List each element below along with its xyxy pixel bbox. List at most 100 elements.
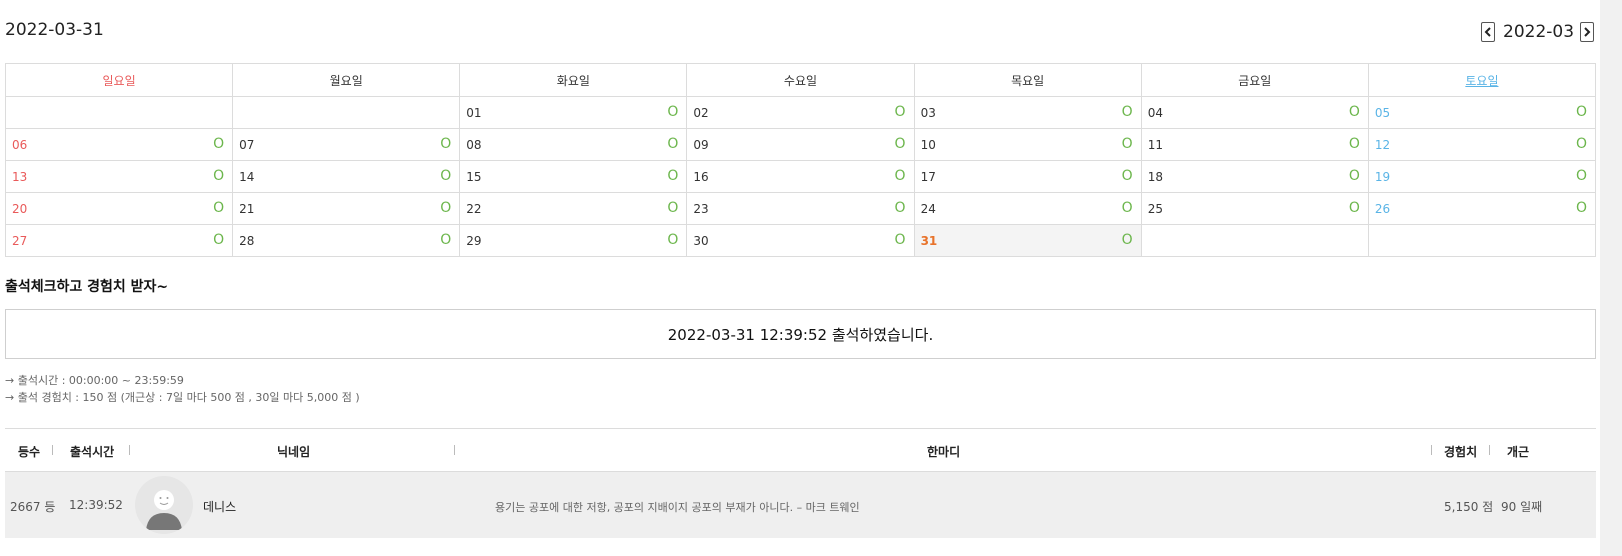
attendance-check-mark: O: [1348, 136, 1360, 152]
month-navigator: 2022-03: [1481, 20, 1595, 44]
calendar-day-number: 27: [12, 234, 28, 248]
calendar-empty-cell: [1367, 224, 1597, 257]
calendar-day-number: 06: [12, 138, 28, 152]
calendar-day-cell: 23 O: [686, 192, 915, 225]
chevron-right-icon: [1584, 27, 1591, 37]
avatar: [135, 476, 193, 534]
weekday-header-row: 일요일 월요일 화요일 수요일 목요일 금요일 토요일: [4, 63, 1597, 97]
attendance-check-mark: O: [1575, 200, 1587, 216]
calendar-day-number: 09: [693, 138, 709, 152]
attendance-check-mark: O: [440, 168, 452, 184]
calendar-day-number: 15: [466, 170, 482, 184]
calendar-day-cell: 09 O: [686, 128, 915, 161]
calendar-day-cell: 14 O: [232, 160, 461, 193]
attendance-panel: 2022-03-31 2022-03 일요일 월요일 화요일 수요일 목요일 금…: [0, 0, 1600, 556]
calendar-day-cell: 16 O: [686, 160, 915, 193]
attendance-check-mark: O: [894, 200, 906, 216]
header-time: 출석시간: [70, 445, 115, 459]
attendance-check-mark: O: [1348, 104, 1360, 120]
row-nickname[interactable]: 데니스: [203, 498, 236, 515]
calendar-day-cell: 20 O: [4, 192, 234, 225]
selected-date: 2022-03-31: [5, 20, 104, 40]
calendar-day-number: 29: [466, 234, 482, 248]
calendar-day-cell: 26 O: [1367, 192, 1597, 225]
calendar-day-number: 19: [1374, 170, 1391, 184]
attendance-check-mark: O: [440, 232, 452, 248]
info-attendance-exp: → 출석 경험치 : 150 점 (개근상 : 7일 마다 500 점 , 30…: [5, 391, 360, 404]
attendance-check-mark: O: [440, 200, 452, 216]
calendar-day-cell: 24 O: [913, 192, 1142, 225]
attendance-check-mark: O: [1575, 168, 1587, 184]
attendance-message-box: 2022-03-31 12:39:52 출석하였습니다.: [5, 309, 1596, 359]
attendance-check-mark: O: [894, 136, 906, 152]
calendar-day-cell: 12 O: [1367, 128, 1597, 161]
current-month: 2022-03: [1503, 22, 1575, 42]
attendance-check-mark: O: [213, 136, 225, 152]
attendance-check-mark: O: [667, 104, 679, 120]
attendance-check-mark: O: [894, 104, 906, 120]
calendar-day-number: 24: [920, 202, 936, 216]
calendar-day-number: 16: [693, 170, 709, 184]
attendance-check-mark: O: [1121, 104, 1133, 120]
calendar-day-number: 08: [466, 138, 482, 152]
calendar-day-cell: 30 O: [686, 224, 915, 257]
attendance-check-mark: O: [667, 136, 679, 152]
calendar-day-number: 03: [920, 106, 936, 120]
calendar-day-number: 25: [1147, 202, 1163, 216]
calendar-day-cell: 27 O: [4, 224, 234, 257]
attendance-check-mark: O: [1575, 136, 1587, 152]
calendar-day-cell: 22 O: [459, 192, 688, 225]
calendar-day-number: 20: [12, 202, 28, 216]
calendar-day-number: 14: [239, 170, 255, 184]
calendar-day-number: 28: [239, 234, 255, 248]
attendance-check-mark: O: [1348, 168, 1360, 184]
next-month-button[interactable]: [1580, 22, 1595, 42]
header-separator: [1431, 445, 1432, 455]
calendar-week-row: 20 O 21 O 22 O 23 O 24 O 25 O 26 O: [4, 192, 1597, 225]
calendar-week-row: 01 O 02 O 03 O 04 O 05 O: [4, 96, 1597, 129]
weekday-thursday: 목요일: [913, 63, 1142, 97]
calendar-day-cell: 10 O: [913, 128, 1142, 161]
row-streak: 90 일째: [1501, 500, 1543, 514]
calendar-day-cell: 29 O: [459, 224, 688, 257]
calendar-day-number: 11: [1147, 138, 1163, 152]
info-attendance-time: → 출석시간 : 00:00:00 ~ 23:59:59: [5, 374, 184, 387]
attendance-check-mark: O: [213, 232, 225, 248]
prev-month-button[interactable]: [1481, 22, 1495, 42]
calendar-day-cell: 11 O: [1140, 128, 1369, 161]
user-avatar-icon: [146, 490, 182, 530]
calendar-day-cell: 18 O: [1140, 160, 1369, 193]
attendance-list-header: 등수 출석시간 닉네임 한마디 경험치 개근: [5, 429, 1596, 470]
header-rank: 등수: [18, 445, 41, 459]
attendance-check-mark: O: [667, 168, 679, 184]
calendar-day-cell: 08 O: [459, 128, 688, 161]
weekday-sunday: 일요일: [4, 63, 234, 97]
calendar-day-number: 30: [693, 234, 709, 248]
page-scrollbar[interactable]: [1600, 0, 1622, 556]
header-separator: [1489, 445, 1490, 455]
calendar-day-cell: 07 O: [232, 128, 461, 161]
attendance-check-mark: O: [440, 136, 452, 152]
calendar-day-cell: 15 O: [459, 160, 688, 193]
calendar-week-row: 06 O 07 O 08 O 09 O 10 O 11 O 12 O: [4, 128, 1597, 161]
row-exp: 5,150 점: [1444, 500, 1494, 514]
chevron-left-icon: [1484, 27, 1491, 37]
weekday-friday: 금요일: [1140, 63, 1369, 97]
calendar-day-cell: 04 O: [1140, 96, 1369, 129]
attendance-check-mark: O: [1348, 200, 1360, 216]
header-exp: 경험치: [1444, 445, 1478, 459]
calendar-day-cell: 01 O: [459, 96, 688, 129]
attendance-check-mark: O: [1121, 232, 1133, 248]
calendar-day-number: 04: [1147, 106, 1163, 120]
weekday-tuesday: 화요일: [459, 63, 688, 97]
header-separator: [52, 445, 53, 455]
weekday-wednesday: 수요일: [686, 63, 915, 97]
calendar-day-number: 12: [1374, 138, 1391, 152]
calendar-day-cell: 28 O: [232, 224, 461, 257]
row-rank: 2667 등: [10, 500, 56, 514]
row-time: 12:39:52: [69, 498, 123, 512]
calendar-day-number: 22: [466, 202, 482, 216]
attendance-check-mark: O: [667, 200, 679, 216]
calendar-empty-cell: [1140, 224, 1369, 257]
calendar-day-number: 10: [920, 138, 936, 152]
